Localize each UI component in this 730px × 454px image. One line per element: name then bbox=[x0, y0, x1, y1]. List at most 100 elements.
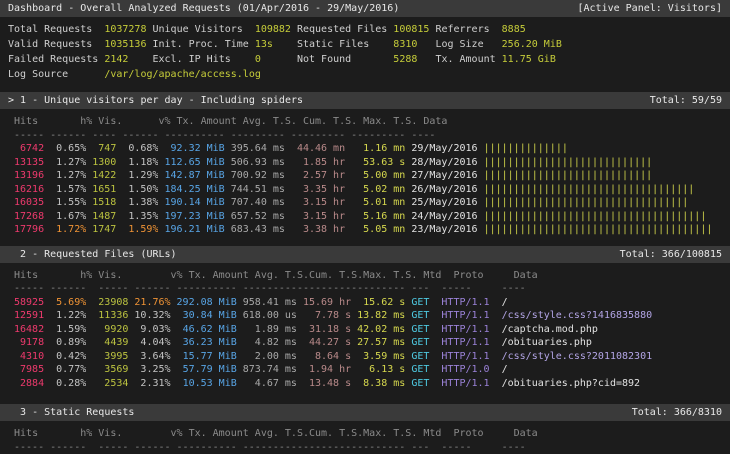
table-row[interactable]: 164821.59%99209.03%46.62 MiB1.89 ms31.18… bbox=[8, 323, 730, 337]
summary-value: 11.75 GiB bbox=[502, 52, 556, 67]
col-hits: 16482 bbox=[8, 323, 44, 337]
col-hits: 12591 bbox=[8, 309, 44, 323]
column-header: Hits bbox=[8, 115, 50, 129]
table-row[interactable]: 160351.55%15181.38%190.14 MiB707.40 ms3.… bbox=[8, 196, 730, 210]
column-header: Avg. T.S. bbox=[237, 115, 297, 129]
table-row[interactable]: 131961.27%14221.29%142.87 MiB700.92 ms2.… bbox=[8, 169, 730, 183]
col-hits: 9178 bbox=[8, 336, 44, 350]
summary-label: Referrers bbox=[435, 22, 501, 37]
column-header: v% bbox=[128, 115, 170, 129]
summary-row: Valid Requests1035136Init. Proc. Time13s… bbox=[8, 37, 730, 52]
table-row[interactable]: 131351.27%13001.18%112.65 MiB506.93 ms1.… bbox=[8, 156, 730, 170]
col-pct: 0.89% bbox=[44, 336, 86, 350]
col-max: 53.63 s bbox=[345, 156, 405, 170]
summary-value: 5288 bbox=[393, 52, 435, 67]
summary-label: Not Found bbox=[297, 52, 393, 67]
panel-header-requested-files[interactable]: 2 - Requested Files (URLs)Total: 366/100… bbox=[0, 246, 730, 263]
request-path: /css/style.css?1416835880 bbox=[502, 310, 653, 321]
column-header: v% bbox=[140, 269, 182, 283]
column-header: Hits bbox=[8, 269, 50, 283]
column-separator: ------ bbox=[44, 129, 86, 143]
table-row[interactable]: 125911.22%1133610.32%30.84 MiB618.00 us7… bbox=[8, 309, 730, 323]
panel-header-static-requests[interactable]: 3 - Static RequestsTotal: 366/8310 bbox=[0, 404, 730, 421]
date-label: 26/May/2016 bbox=[411, 184, 477, 195]
col-max: 5.01 mn bbox=[345, 196, 405, 210]
page-title: Dashboard - Overall Analyzed Requests (0… bbox=[8, 0, 399, 17]
summary-value: 8885 bbox=[502, 22, 526, 37]
col-cum: 3.35 hr bbox=[285, 183, 345, 197]
col-pct: 1.35% bbox=[116, 210, 158, 224]
request-path: /obituaries.php?cid=892 bbox=[502, 378, 640, 389]
column-separator: ----- bbox=[8, 129, 44, 143]
panel-header-unique-visitors[interactable]: > 1 - Unique visitors per day - Includin… bbox=[0, 92, 730, 109]
col-pct: 9.03% bbox=[128, 323, 170, 337]
date-label: 25/May/2016 bbox=[411, 197, 477, 208]
col-tx: 196.21 MiB bbox=[158, 223, 224, 237]
col-max: 27.57 ms bbox=[351, 336, 405, 350]
summary-label: Tx. Amount bbox=[435, 52, 501, 67]
col-avg: 683.43 ms bbox=[225, 223, 285, 237]
table-row[interactable]: 172681.67%14871.35%197.23 MiB657.52 ms3.… bbox=[8, 210, 730, 224]
summary-value: 109882 bbox=[255, 22, 297, 37]
table-row[interactable]: 79850.77%35693.25%57.79 MiB873.74 ms1.94… bbox=[8, 363, 730, 377]
col-cum: 44.27 s bbox=[297, 336, 351, 350]
column-separator: ---------- bbox=[171, 441, 237, 454]
col-mtd: GET bbox=[405, 350, 435, 364]
column-header-row: Hitsh%Vis.v%Tx. AmountAvg. T.S.Cum. T.S.… bbox=[8, 427, 730, 441]
column-separator: ----- bbox=[435, 282, 495, 296]
col-vis: 1651 bbox=[86, 183, 116, 197]
summary-row: Failed Requests2142Excl. IP Hits0Not Fou… bbox=[8, 52, 730, 67]
summary-label: Failed Requests bbox=[8, 52, 104, 67]
panel-table: Hitsh%Vis.v%Tx. AmountAvg. T.S.Cum. T.S.… bbox=[0, 263, 730, 391]
panel-total: Total: 59/59 bbox=[650, 92, 722, 109]
hits-bar: |||||||||||||||||||||||||||||||||||||| bbox=[478, 224, 713, 235]
col-pct: 3.64% bbox=[128, 350, 170, 364]
table-row[interactable]: 91780.89%44394.04%36.23 MiB4.82 ms44.27 … bbox=[8, 336, 730, 350]
col-data: 26/May/2016 ||||||||||||||||||||||||||||… bbox=[405, 183, 730, 197]
hits-bar: |||||||||||||||||||||||||||| bbox=[478, 170, 653, 181]
col-pct: 2.31% bbox=[128, 377, 170, 391]
col-vis: 1300 bbox=[86, 156, 116, 170]
col-proto: HTTP/1.1 bbox=[435, 323, 495, 337]
table-row[interactable]: 43100.42%39953.64%15.77 MiB2.00 ms8.64 s… bbox=[8, 350, 730, 364]
column-header-row: Hitsh%Vis.v%Tx. AmountAvg. T.S.Cum. T.S.… bbox=[8, 269, 730, 283]
column-separator: ----- bbox=[8, 441, 44, 454]
date-label: 24/May/2016 bbox=[411, 211, 477, 222]
col-vis: 747 bbox=[86, 142, 116, 156]
col-proto: HTTP/1.1 bbox=[435, 377, 495, 391]
col-cum: 15.69 hr bbox=[297, 296, 351, 310]
col-max: 15.62 s bbox=[351, 296, 405, 310]
col-data: 23/May/2016 ||||||||||||||||||||||||||||… bbox=[405, 223, 730, 237]
table-row[interactable]: 28840.28%25342.31%10.53 MiB4.67 ms13.48 … bbox=[8, 377, 730, 391]
col-max: 13.82 ms bbox=[351, 309, 405, 323]
col-pct: 1.67% bbox=[44, 210, 86, 224]
table-row[interactable]: 589255.69%2390821.76%292.08 MiB958.41 ms… bbox=[8, 296, 730, 310]
column-separator: --------- bbox=[225, 129, 285, 143]
col-max: 5.05 mn bbox=[345, 223, 405, 237]
column-separator: ---- bbox=[86, 129, 116, 143]
col-data: /css/style.css?2011082301 bbox=[496, 350, 730, 364]
column-separator: --- bbox=[405, 282, 435, 296]
col-tx: 57.79 MiB bbox=[171, 363, 237, 377]
column-separator: --------- bbox=[345, 129, 405, 143]
panel-static-requests: 3 - Static RequestsTotal: 366/8310 Hitsh%… bbox=[0, 404, 730, 454]
col-tx: 10.53 MiB bbox=[171, 377, 237, 391]
column-header: Max. T.S. bbox=[357, 115, 417, 129]
col-pct: 1.72% bbox=[44, 223, 86, 237]
column-separator: --------- bbox=[237, 282, 297, 296]
col-data: 29/May/2016 |||||||||||||| bbox=[405, 142, 730, 156]
summary-value: 0 bbox=[255, 52, 297, 67]
column-header: Tx. Amount bbox=[183, 269, 249, 283]
column-separator: ---------- bbox=[171, 282, 237, 296]
table-row[interactable]: 67420.65%7470.68%92.32 MiB395.64 ms44.46… bbox=[8, 142, 730, 156]
col-tx: 15.77 MiB bbox=[171, 350, 237, 364]
column-header: Data bbox=[508, 427, 730, 441]
column-separator: --------- bbox=[351, 441, 405, 454]
column-separator: ---- bbox=[496, 282, 730, 296]
request-path: / bbox=[502, 364, 508, 375]
table-row[interactable]: 177961.72%17471.59%196.21 MiB683.43 ms3.… bbox=[8, 223, 730, 237]
col-avg: 2.00 ms bbox=[237, 350, 297, 364]
table-row[interactable]: 162161.57%16511.50%184.25 MiB744.51 ms3.… bbox=[8, 183, 730, 197]
request-path: /css/style.css?2011082301 bbox=[502, 351, 653, 362]
column-separator: ------ bbox=[44, 282, 86, 296]
